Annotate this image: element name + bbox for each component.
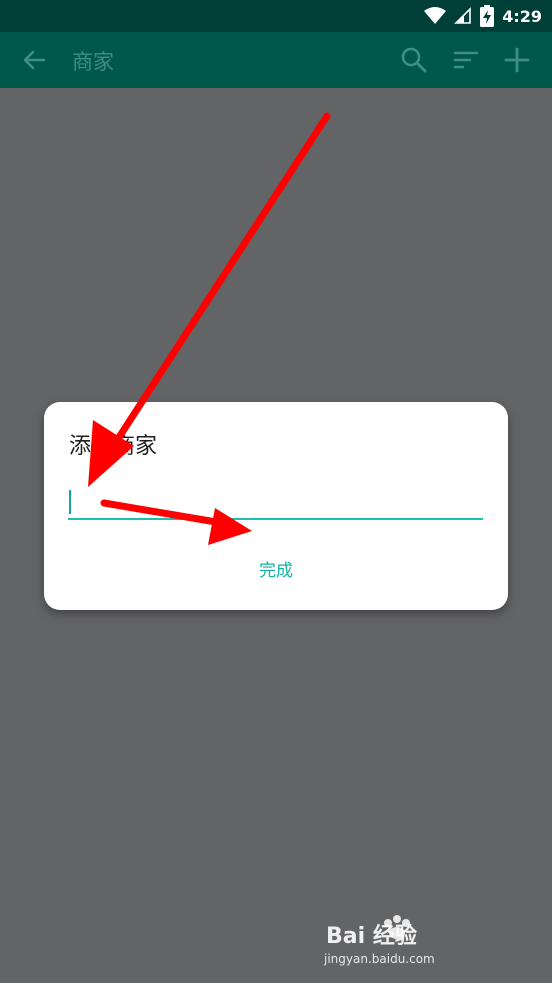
back-arrow-icon[interactable] [18, 44, 50, 76]
done-button[interactable]: 完成 [236, 550, 316, 586]
status-bar: 4:29 [0, 0, 552, 32]
wifi-icon [424, 7, 447, 24]
add-icon[interactable] [501, 44, 533, 76]
search-icon[interactable] [398, 44, 430, 76]
status-icons: 4:29 [424, 0, 542, 32]
battery-charging-icon [480, 5, 495, 27]
text-cursor [69, 490, 71, 514]
watermark-brand: Bai 经验 [326, 923, 417, 949]
baidu-jingyan-watermark: Bai 经验 jingyan.baidu.com [323, 915, 435, 966]
page-title: 商家 [72, 50, 114, 74]
cellular-signal-icon [454, 7, 472, 24]
add-merchant-dialog: 添加商家 完成 [44, 402, 508, 610]
sort-icon[interactable] [450, 44, 482, 76]
dialog-title: 添加商家 [69, 434, 158, 459]
merchant-name-input[interactable] [68, 484, 483, 520]
watermark-url: jingyan.baidu.com [323, 952, 435, 966]
app-bar: 商家 [0, 32, 552, 88]
status-time: 4:29 [502, 6, 542, 26]
